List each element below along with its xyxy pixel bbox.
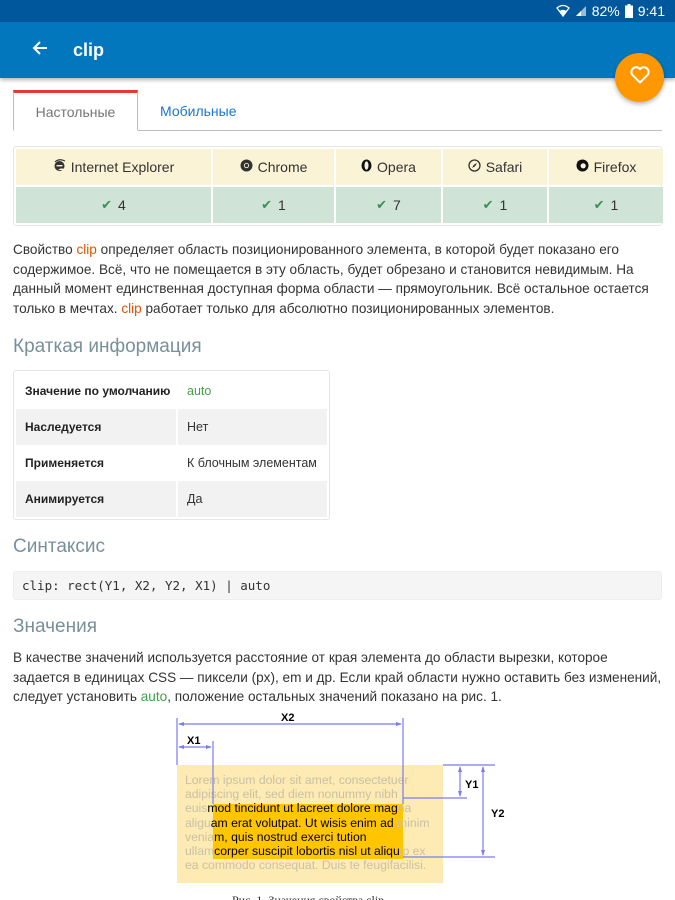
check-icon: ✔ bbox=[593, 197, 605, 212]
text: , положение остальных значений показано … bbox=[167, 689, 502, 704]
article-content: Настольные Мобильные Internet Explorer C… bbox=[13, 90, 663, 707]
safari-icon bbox=[468, 159, 481, 175]
row-key: Применяется bbox=[25, 456, 105, 470]
opera-icon bbox=[361, 159, 372, 175]
browser-version-chrome: ✔ 1 bbox=[213, 187, 334, 223]
table-row: Анимируется Да bbox=[16, 481, 327, 517]
browser-version-safari: ✔ 1 bbox=[443, 187, 547, 223]
syntax-code-block: clip: rect(Y1, X2, Y2, X1) | auto bbox=[13, 571, 662, 600]
browser-name: Internet Explorer bbox=[70, 159, 175, 175]
browser-name: Opera bbox=[377, 159, 416, 175]
keyword-link[interactable]: auto bbox=[141, 689, 167, 704]
clip-diagram: Lorem ipsum dolor sit amet, consectetuer… bbox=[170, 710, 510, 900]
status-bar: 82% 9:41 bbox=[0, 0, 675, 22]
browser-name: Firefox bbox=[593, 159, 637, 175]
tab-desktop[interactable]: Настольные bbox=[13, 90, 138, 131]
keyword-link[interactable]: clip bbox=[76, 242, 96, 257]
row-key: Значение по умолчанию bbox=[25, 384, 171, 398]
version-number: 1 bbox=[499, 197, 508, 213]
browser-version-firefox: ✔ 1 bbox=[549, 187, 663, 223]
version-number: 7 bbox=[393, 197, 401, 213]
tab-mobile[interactable]: Мобильные bbox=[138, 90, 257, 131]
row-value[interactable]: auto bbox=[178, 373, 327, 409]
page-title: clip bbox=[73, 39, 105, 60]
back-button[interactable] bbox=[25, 35, 55, 65]
wifi-icon bbox=[555, 4, 570, 18]
values-heading: Значения bbox=[13, 616, 97, 637]
battery-icon bbox=[624, 4, 633, 18]
text: работает только для абсолютно позиционир… bbox=[141, 300, 555, 316]
browser-header-opera: Opera bbox=[336, 149, 441, 185]
syntax-heading: Синтаксис bbox=[13, 536, 106, 557]
battery-percent: 82% bbox=[591, 3, 620, 19]
arrow-left-icon bbox=[32, 40, 48, 61]
row-value: Да bbox=[178, 481, 327, 517]
version-number: 1 bbox=[610, 197, 619, 213]
summary-table: Значение по умолчанию auto Наследуется Н… bbox=[13, 370, 330, 520]
browser-support-table: Internet Explorer Chrome Opera Safari Fi… bbox=[13, 146, 663, 226]
browser-header-firefox: Firefox bbox=[549, 149, 663, 185]
table-row: Значение по умолчанию auto bbox=[16, 373, 327, 409]
platform-tabs: Настольные Мобильные bbox=[13, 90, 662, 131]
figure-caption: Рис. 1. Значения свойства clip bbox=[232, 893, 385, 900]
row-key: Анимируется bbox=[16, 481, 176, 517]
row-key: Наследуется bbox=[16, 409, 176, 445]
row-value: К блочным элементам bbox=[187, 456, 317, 470]
text: Свойство bbox=[13, 242, 77, 257]
check-icon: ✔ bbox=[376, 197, 388, 212]
keyword-link[interactable]: clip bbox=[121, 301, 141, 316]
firefox-icon bbox=[576, 159, 589, 175]
signal-icon bbox=[575, 5, 587, 17]
browser-header-chrome: Chrome bbox=[213, 149, 334, 185]
check-icon: ✔ bbox=[261, 197, 273, 212]
intro-paragraph: Свойство clip определяет область позицио… bbox=[13, 240, 662, 318]
ie-icon bbox=[53, 159, 66, 175]
browser-header-safari: Safari bbox=[443, 149, 547, 185]
browser-name: Safari bbox=[485, 159, 523, 175]
favorite-button[interactable] bbox=[615, 53, 664, 102]
x2-label: X2 bbox=[281, 712, 294, 724]
summary-heading: Краткая информация bbox=[13, 336, 202, 357]
chrome-icon bbox=[240, 159, 253, 175]
browser-version-opera: ✔ 7 bbox=[336, 187, 441, 223]
values-paragraph: В качестве значений используется расстоя… bbox=[13, 648, 662, 707]
check-icon: ✔ bbox=[101, 197, 113, 212]
dimension-lines: X2 X1 Y1 Y2 bbox=[176, 712, 504, 858]
heart-outline-icon bbox=[629, 66, 650, 89]
y2-label: Y2 bbox=[491, 808, 504, 820]
check-icon: ✔ bbox=[482, 197, 494, 212]
x1-label: X1 bbox=[187, 735, 200, 747]
version-number: 1 bbox=[278, 197, 286, 213]
browser-header-ie: Internet Explorer bbox=[16, 149, 211, 185]
y1-label: Y1 bbox=[465, 779, 478, 791]
browser-version-ie: ✔ 4 bbox=[16, 187, 211, 223]
table-row: Применяется К блочным элементам bbox=[16, 445, 327, 481]
browser-name: Chrome bbox=[257, 159, 308, 175]
clock: 9:41 bbox=[637, 3, 665, 19]
app-bar: clip bbox=[0, 22, 675, 78]
table-row: Наследуется Нет bbox=[16, 409, 327, 445]
version-number: 4 bbox=[118, 197, 126, 213]
row-value: Нет bbox=[178, 409, 327, 445]
